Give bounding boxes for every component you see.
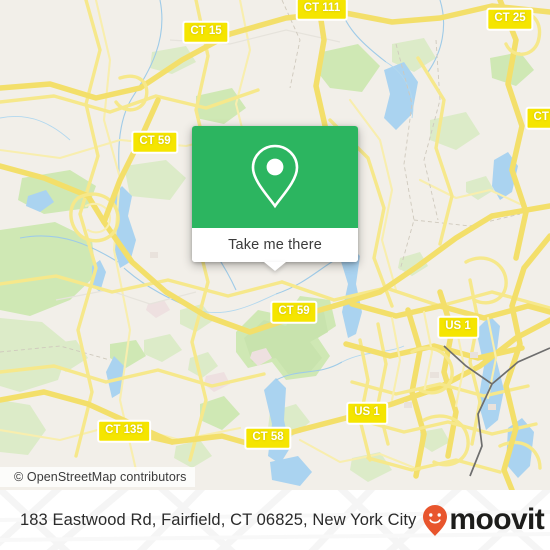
route-shield: CT 25 [486, 7, 534, 31]
moovit-wordmark: moovit [449, 503, 545, 536]
address-label: 183 Eastwood Rd, Fairfield, CT 06825, Ne… [20, 510, 417, 529]
moovit-logo[interactable]: moovit [422, 503, 545, 537]
footer-bar: 183 Eastwood Rd, Fairfield, CT 06825, Ne… [0, 490, 550, 550]
route-shield: US 1 [346, 401, 388, 425]
route-shield: US 1 [437, 315, 479, 339]
take-me-there-popup[interactable]: Take me there [192, 126, 358, 271]
popup-header [192, 126, 358, 228]
popup-pointer [264, 262, 286, 271]
take-me-there-label: Take me there [228, 237, 322, 253]
route-shield: CT 15 [182, 20, 230, 44]
route-shield: CT 59 [131, 130, 179, 154]
route-shield: CT 135 [97, 419, 151, 443]
map-screen: .park{fill:#cfe8b4;} .park2{fill:#dcebc8… [0, 0, 550, 550]
route-shield: CT 58 [244, 426, 292, 450]
route-shield: CT 111 [295, 0, 349, 21]
route-shield: CT 59 [270, 300, 318, 324]
moovit-smiley-pin-icon [423, 504, 448, 536]
osm-attribution[interactable]: © OpenStreetMap contributors [0, 467, 195, 487]
footer-content: 183 Eastwood Rd, Fairfield, CT 06825, Ne… [0, 490, 550, 550]
popup-action-bar[interactable]: Take me there [192, 228, 358, 262]
route-shield: CT 1 [525, 106, 550, 130]
map-pin-icon [251, 144, 299, 209]
